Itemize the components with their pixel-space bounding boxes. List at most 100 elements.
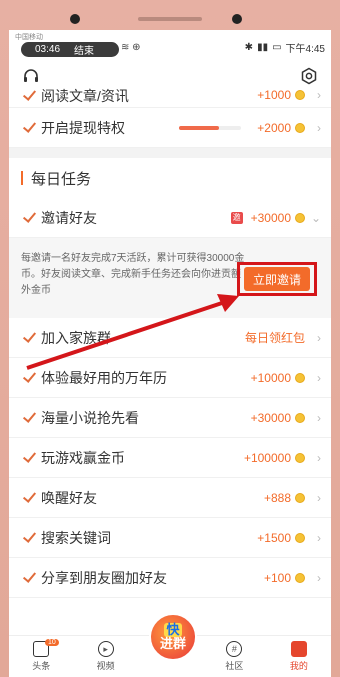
- task-row[interactable]: 分享到朋友圈加好友 +100 ›: [9, 558, 331, 598]
- status-right: ✱ ▮▮ ▭ 下午4:45: [245, 40, 325, 55]
- tab-label: 头条: [32, 661, 51, 671]
- check-icon: [23, 210, 35, 224]
- reward-value: 每日领红包: [244, 331, 305, 345]
- phone-frame: 中国移动 03:46 结束 ≋ ⊕ ✱ ▮▮ ▭ 下午4:45 阅读文章/资讯 …: [0, 0, 340, 677]
- chevron-down-icon: ⌄: [310, 210, 321, 225]
- chevron-right-icon: ›: [317, 450, 321, 465]
- check-icon: [23, 120, 35, 134]
- coin-icon: [295, 492, 305, 503]
- signal-icon: ▮▮: [257, 42, 269, 53]
- task-row-withdraw[interactable]: 开启提现特权 +2000 ›: [9, 108, 331, 148]
- reward: 邀 +30000: [230, 210, 305, 225]
- invite-highlight-box: 立即邀请: [237, 262, 317, 296]
- invite-badge-icon: 邀: [230, 211, 243, 224]
- check-icon: [23, 490, 35, 504]
- reward-value: +10000: [250, 370, 291, 385]
- section-title: 每日任务: [31, 170, 92, 188]
- check-icon: [23, 330, 35, 344]
- task-label: 玩游戏赢金币: [41, 449, 125, 466]
- reward-value: +100000: [243, 450, 291, 465]
- task-row-invite[interactable]: 邀请好友 邀 +30000 ⌄: [9, 198, 331, 238]
- carrier-text: 中国移动: [15, 34, 43, 41]
- recording-end[interactable]: 结束: [74, 42, 94, 57]
- withdraw-progress-bar: [179, 125, 241, 130]
- reward: +100000: [244, 451, 305, 465]
- coin-icon: [295, 412, 305, 423]
- wifi-icon: ≋ ⊕: [121, 42, 141, 53]
- invite-now-button[interactable]: 立即邀请: [244, 267, 310, 291]
- reward: +2000: [257, 121, 305, 135]
- task-row[interactable]: 海量小说抢先看 +30000 ›: [9, 398, 331, 438]
- tab-badge: 10: [45, 639, 59, 646]
- chevron-right-icon: ›: [317, 410, 321, 425]
- community-icon: #: [226, 641, 243, 657]
- tab-mine[interactable]: 我的: [267, 636, 331, 677]
- bluetooth-icon: ✱: [244, 42, 254, 53]
- section-daily-tasks: 每日任务: [9, 158, 331, 198]
- check-icon: [23, 450, 35, 464]
- mine-icon: [290, 641, 307, 657]
- reward: +1000: [257, 88, 305, 102]
- coin-icon: [295, 532, 305, 543]
- reward: 每日领红包: [245, 329, 305, 346]
- reward: +10000: [251, 371, 305, 385]
- check-icon: [23, 88, 35, 102]
- task-row-read[interactable]: 阅读文章/资讯 +1000 ›: [9, 86, 331, 108]
- coin-icon: [295, 452, 305, 463]
- reward-value: +100: [263, 570, 291, 585]
- task-label: 体验最好用的万年历: [41, 369, 167, 386]
- check-icon: [23, 370, 35, 384]
- reward: +888: [264, 491, 305, 505]
- battery-icon: ▭: [272, 42, 282, 53]
- chevron-right-icon: ›: [317, 370, 321, 385]
- coin-icon: [295, 122, 305, 133]
- check-icon: [23, 570, 35, 584]
- join-group-bubble[interactable]: 快 进群: [149, 613, 197, 661]
- reward-value: +888: [263, 490, 291, 505]
- task-label: 分享到朋友圈加好友: [41, 569, 167, 586]
- chevron-right-icon: ›: [317, 88, 321, 102]
- tab-label: 视频: [96, 661, 115, 671]
- headset-icon[interactable]: [21, 66, 41, 86]
- task-row[interactable]: 搜索关键词 +1500 ›: [9, 518, 331, 558]
- screen-recording-pill[interactable]: 03:46 结束: [21, 42, 119, 57]
- chevron-right-icon: ›: [317, 330, 321, 345]
- chevron-right-icon: ›: [317, 490, 321, 505]
- task-row[interactable]: 玩游戏赢金币 +100000 ›: [9, 438, 331, 478]
- reward: +100: [264, 571, 305, 585]
- task-label: 开启提现特权: [41, 119, 125, 136]
- bubble-text-top: 快: [164, 622, 182, 637]
- task-row[interactable]: 加入家族群 每日领红包 ›: [9, 318, 331, 358]
- reward: +1500: [257, 531, 305, 545]
- sensor-dot: [232, 14, 242, 24]
- coin-icon: [295, 572, 305, 583]
- tab-label: 社区: [225, 661, 244, 671]
- task-label: 阅读文章/资讯: [41, 88, 129, 104]
- status-bar: 中国移动 03:46 结束 ≋ ⊕ ✱ ▮▮ ▭ 下午4:45: [9, 30, 331, 58]
- task-row[interactable]: 体验最好用的万年历 +10000 ›: [9, 358, 331, 398]
- app-screen: 中国移动 03:46 结束 ≋ ⊕ ✱ ▮▮ ▭ 下午4:45 阅读文章/资讯 …: [9, 30, 331, 677]
- task-label: 唤醒好友: [41, 489, 97, 506]
- tab-community[interactable]: # 社区: [202, 636, 266, 677]
- clock: 下午4:45: [285, 44, 325, 55]
- coin-icon: [295, 90, 305, 100]
- tab-video[interactable]: ▸ 视频: [73, 636, 137, 677]
- task-label: 邀请好友: [41, 209, 97, 226]
- task-label: 海量小说抢先看: [41, 409, 139, 426]
- camera-dot: [70, 14, 80, 24]
- invite-description: 每邀请一名好友完成7天活跃，累计可获得30000金币。好友阅读文章、完成新手任务…: [21, 253, 245, 296]
- coin-icon: [295, 372, 305, 383]
- reward-value: +30000: [250, 410, 291, 425]
- task-label: 加入家族群: [41, 329, 111, 346]
- bubble-text-bottom: 进群: [159, 636, 186, 651]
- tab-label: 我的: [289, 661, 308, 671]
- chevron-right-icon: ›: [317, 530, 321, 545]
- reward-value: +1000: [257, 88, 291, 102]
- settings-icon[interactable]: [299, 66, 319, 86]
- reward-value: +30000: [250, 210, 291, 225]
- reward-value: +1500: [257, 530, 291, 545]
- chevron-right-icon: ›: [317, 570, 321, 585]
- task-row[interactable]: 唤醒好友 +888 ›: [9, 478, 331, 518]
- tab-headlines[interactable]: 头条 10: [9, 636, 73, 677]
- progress-fill: [179, 125, 220, 130]
